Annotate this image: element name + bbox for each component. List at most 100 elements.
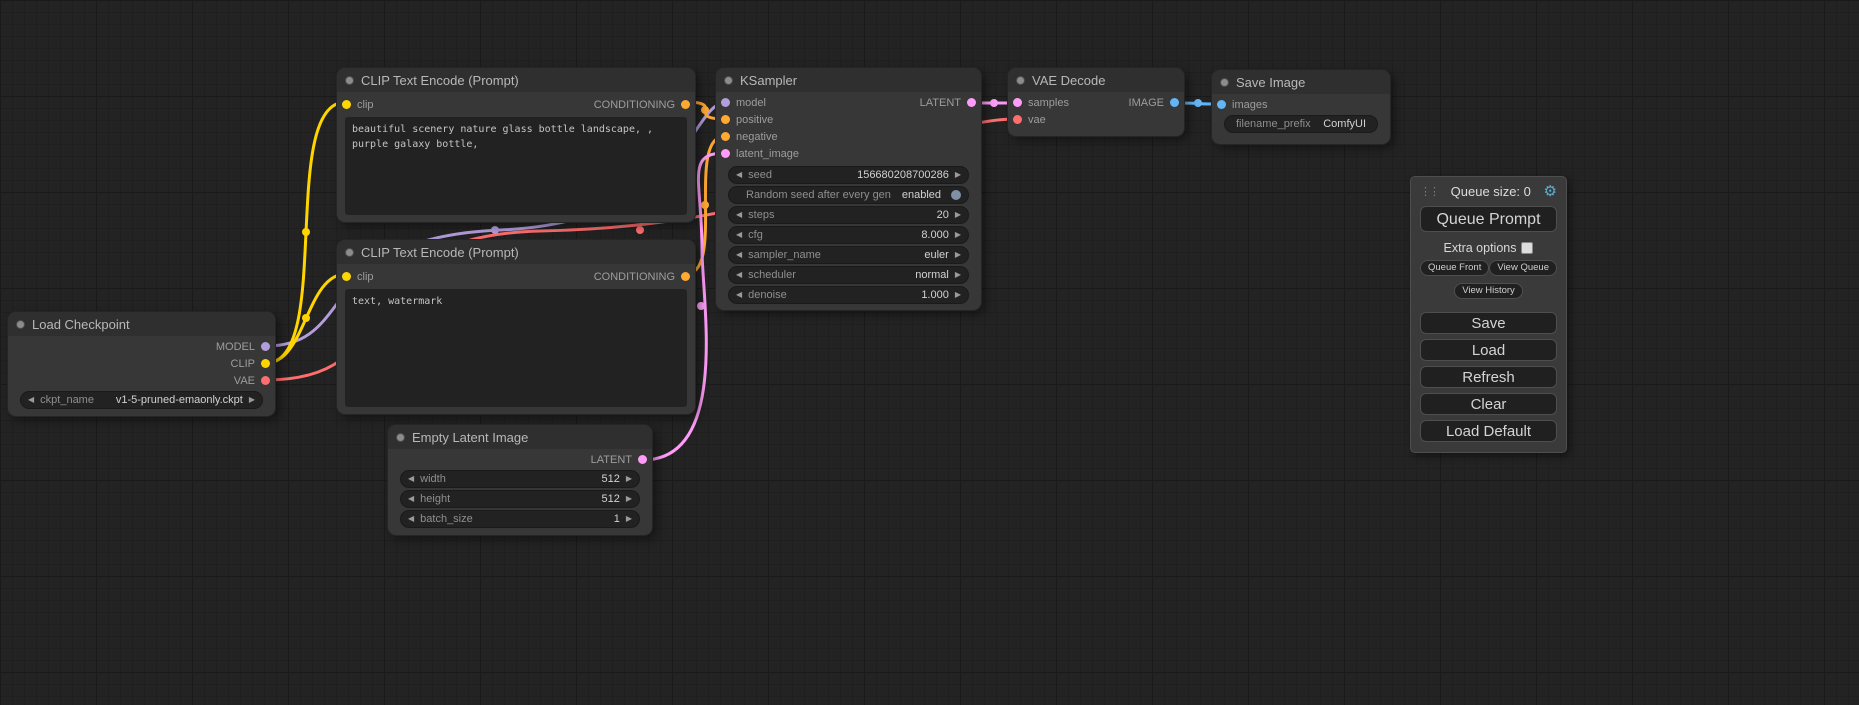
collapse-dot-icon[interactable] <box>396 433 405 442</box>
widget-scheduler[interactable]: ◀ scheduler normal ▶ <box>728 266 969 284</box>
clip-output-slot[interactable] <box>261 359 270 368</box>
increment-arrow-icon[interactable]: ▶ <box>249 396 255 404</box>
latent-image-input-slot[interactable] <box>721 149 730 158</box>
decrement-arrow-icon[interactable]: ◀ <box>736 211 742 219</box>
increment-arrow-icon[interactable]: ▶ <box>955 251 961 259</box>
decrement-arrow-icon[interactable]: ◀ <box>408 495 414 503</box>
save-button[interactable]: Save <box>1420 312 1557 334</box>
graph-canvas[interactable]: Load Checkpoint MODEL CLIP VAE ◀ ckpt_na… <box>0 0 1859 705</box>
widget-batch-size[interactable]: ◀ batch_size 1 ▶ <box>400 510 640 528</box>
widget-cfg[interactable]: ◀ cfg 8.000 ▶ <box>728 226 969 244</box>
decrement-arrow-icon[interactable]: ◀ <box>736 171 742 179</box>
widget-denoise[interactable]: ◀ denoise 1.000 ▶ <box>728 286 969 304</box>
node-title-bar[interactable]: VAE Decode <box>1008 68 1184 92</box>
collapse-dot-icon[interactable] <box>345 76 354 85</box>
vae-output-slot[interactable] <box>261 376 270 385</box>
node-save-image[interactable]: Save Image images filename_prefix ComfyU… <box>1212 70 1390 144</box>
extra-options-checkbox[interactable] <box>1521 242 1533 254</box>
positive-input-slot[interactable] <box>721 115 730 124</box>
model-output-slot[interactable] <box>261 342 270 351</box>
toggle-knob-icon[interactable] <box>951 190 961 200</box>
node-title: Save Image <box>1236 75 1305 90</box>
node-title-bar[interactable]: CLIP Text Encode (Prompt) <box>337 68 695 92</box>
output-label: VAE <box>234 375 255 387</box>
latent-output-slot[interactable] <box>967 98 976 107</box>
node-ksampler[interactable]: KSampler model LATENT positive negative … <box>716 68 981 310</box>
queue-menu-panel[interactable]: ⋮⋮ Queue size: 0 ⚙ Queue Prompt Extra op… <box>1410 176 1567 453</box>
clip-input-slot[interactable] <box>342 100 351 109</box>
widget-steps[interactable]: ◀ steps 20 ▶ <box>728 206 969 224</box>
decrement-arrow-icon[interactable]: ◀ <box>736 251 742 259</box>
increment-arrow-icon[interactable]: ▶ <box>955 231 961 239</box>
node-title-bar[interactable]: Load Checkpoint <box>8 312 275 336</box>
widget-value: ComfyUI <box>1323 118 1366 130</box>
images-input-slot[interactable] <box>1217 100 1226 109</box>
increment-arrow-icon[interactable]: ▶ <box>626 515 632 523</box>
widget-seed[interactable]: ◀ seed 156680208700286 ▶ <box>728 166 969 184</box>
decrement-arrow-icon[interactable]: ◀ <box>408 515 414 523</box>
prompt-textarea[interactable]: text, watermark <box>345 289 687 407</box>
node-empty-latent-image[interactable]: Empty Latent Image LATENT ◀ width 512 ▶ … <box>388 425 652 535</box>
increment-arrow-icon[interactable]: ▶ <box>955 271 961 279</box>
negative-input-slot[interactable] <box>721 132 730 141</box>
collapse-dot-icon[interactable] <box>16 320 25 329</box>
widget-label: denoise <box>748 289 787 301</box>
increment-arrow-icon[interactable]: ▶ <box>626 495 632 503</box>
node-clip-text-encode-negative[interactable]: CLIP Text Encode (Prompt) clip CONDITION… <box>337 240 695 414</box>
decrement-arrow-icon[interactable]: ◀ <box>28 396 34 404</box>
clear-button[interactable]: Clear <box>1420 393 1557 415</box>
output-label: CONDITIONING <box>594 99 675 111</box>
latent-output-slot[interactable] <box>638 455 647 464</box>
link-dot <box>697 302 705 310</box>
collapse-dot-icon[interactable] <box>345 248 354 257</box>
decrement-arrow-icon[interactable]: ◀ <box>736 271 742 279</box>
node-title-bar[interactable]: Save Image <box>1212 70 1390 94</box>
model-input-slot[interactable] <box>721 98 730 107</box>
decrement-arrow-icon[interactable]: ◀ <box>736 291 742 299</box>
node-clip-text-encode-positive[interactable]: CLIP Text Encode (Prompt) clip CONDITION… <box>337 68 695 222</box>
drag-handle-icon[interactable]: ⋮⋮ <box>1420 185 1438 198</box>
widget-sampler-name[interactable]: ◀ sampler_name euler ▶ <box>728 246 969 264</box>
decrement-arrow-icon[interactable]: ◀ <box>408 475 414 483</box>
widget-value: 512 <box>601 493 619 505</box>
increment-arrow-icon[interactable]: ▶ <box>955 291 961 299</box>
widget-control-after-generate[interactable]: Random seed after every gen enabled <box>728 186 969 204</box>
load-default-button[interactable]: Load Default <box>1420 420 1557 442</box>
link-dot <box>1194 99 1202 107</box>
widget-value: normal <box>915 269 949 281</box>
collapse-dot-icon[interactable] <box>1016 76 1025 85</box>
input-label: vae <box>1028 114 1046 126</box>
link-dot <box>302 314 310 322</box>
widget-height[interactable]: ◀ height 512 ▶ <box>400 490 640 508</box>
decrement-arrow-icon[interactable]: ◀ <box>736 231 742 239</box>
node-load-checkpoint[interactable]: Load Checkpoint MODEL CLIP VAE ◀ ckpt_na… <box>8 312 275 416</box>
queue-front-button[interactable]: Queue Front <box>1420 260 1489 276</box>
node-vae-decode[interactable]: VAE Decode samples IMAGE vae <box>1008 68 1184 136</box>
collapse-dot-icon[interactable] <box>1220 78 1229 87</box>
clip-input-slot[interactable] <box>342 272 351 281</box>
increment-arrow-icon[interactable]: ▶ <box>955 171 961 179</box>
widget-label: filename_prefix <box>1236 118 1311 130</box>
widget-filename-prefix[interactable]: filename_prefix ComfyUI <box>1224 115 1378 133</box>
input-label: positive <box>736 114 773 126</box>
increment-arrow-icon[interactable]: ▶ <box>955 211 961 219</box>
vae-input-slot[interactable] <box>1013 115 1022 124</box>
queue-prompt-button[interactable]: Queue Prompt <box>1420 206 1557 232</box>
node-title-bar[interactable]: CLIP Text Encode (Prompt) <box>337 240 695 264</box>
settings-gear-icon[interactable]: ⚙ <box>1544 184 1557 199</box>
conditioning-output-slot[interactable] <box>681 272 690 281</box>
view-queue-button[interactable]: View Queue <box>1489 260 1557 276</box>
prompt-textarea[interactable]: beautiful scenery nature glass bottle la… <box>345 117 687 215</box>
samples-input-slot[interactable] <box>1013 98 1022 107</box>
collapse-dot-icon[interactable] <box>724 76 733 85</box>
node-title-bar[interactable]: KSampler <box>716 68 981 92</box>
refresh-button[interactable]: Refresh <box>1420 366 1557 388</box>
image-output-slot[interactable] <box>1170 98 1179 107</box>
view-history-button[interactable]: View History <box>1454 283 1523 299</box>
node-title-bar[interactable]: Empty Latent Image <box>388 425 652 449</box>
conditioning-output-slot[interactable] <box>681 100 690 109</box>
increment-arrow-icon[interactable]: ▶ <box>626 475 632 483</box>
load-button[interactable]: Load <box>1420 339 1557 361</box>
widget-width[interactable]: ◀ width 512 ▶ <box>400 470 640 488</box>
widget-ckpt-name[interactable]: ◀ ckpt_name v1-5-pruned-emaonly.ckpt ▶ <box>20 391 263 409</box>
